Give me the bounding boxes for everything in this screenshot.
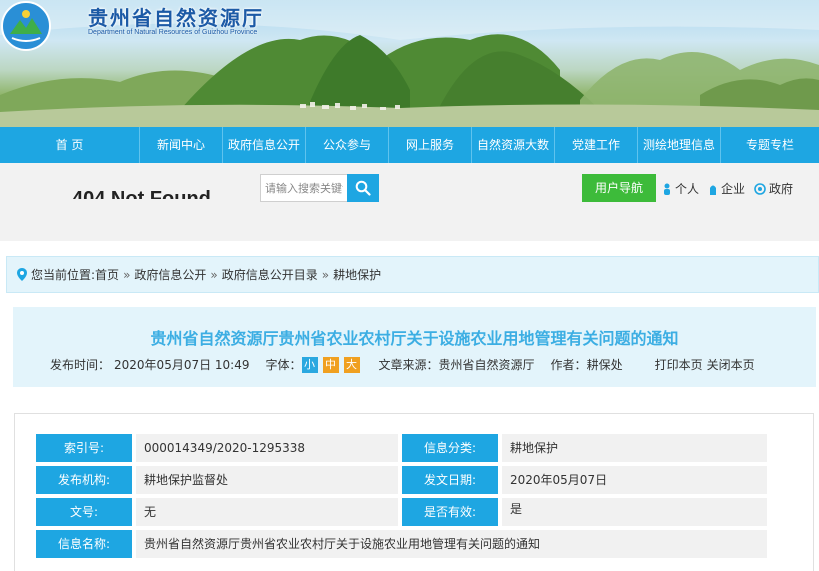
logo-emblem-icon: [1, 1, 51, 51]
article-meta: 发布时间： 2020年05月07日 10:49 字体： 小 中 大 文章来源： …: [50, 356, 755, 373]
article-title: 贵州省自然资源厅贵州省农业农村厅关于设施农业用地管理有关问题的通知: [150, 329, 679, 348]
person-icon: [664, 183, 670, 195]
publish-time-label: 发布时间：: [50, 358, 111, 372]
font-size-medium-button[interactable]: 中: [322, 356, 339, 373]
search-band: 404 Not Found 用户导航 个人 企业 政府: [0, 163, 819, 241]
nav-item-gov-info[interactable]: 政府信息公开: [223, 127, 306, 163]
date-value: 2020年05月07日: [502, 466, 767, 494]
org-value: 耕地保护监督处: [136, 466, 398, 494]
font-size-small-button[interactable]: 小: [301, 356, 318, 373]
header-banner: 贵州省自然资源厅 Department of Natural Resources…: [0, 0, 819, 127]
close-page-link[interactable]: 关闭本页: [707, 356, 755, 373]
site-title: 贵州省自然资源厅: [88, 6, 264, 30]
nav-item-news[interactable]: 新闻中心: [140, 127, 223, 163]
search-input[interactable]: [260, 174, 348, 202]
font-size-label: 字体：: [265, 358, 302, 372]
role-label-government: 政府: [769, 182, 794, 196]
nav-item-big-data[interactable]: 自然资源大数: [472, 127, 555, 163]
nav-item-online-service[interactable]: 网上服务: [389, 127, 472, 163]
search-icon: [355, 180, 371, 196]
role-label-personal: 个人: [675, 182, 700, 196]
breadcrumb-separator: »: [210, 267, 218, 282]
breadcrumb-separator: »: [321, 267, 330, 282]
breadcrumb-item-home[interactable]: 首页: [95, 266, 119, 283]
valid-value: 是: [502, 498, 767, 526]
source-label: 文章来源：: [378, 358, 439, 372]
breadcrumb-item-farmland[interactable]: 耕地保护: [333, 266, 381, 283]
author-label: 作者：: [550, 358, 587, 372]
nav-item-home[interactable]: 首 页: [0, 127, 140, 163]
search-button[interactable]: [347, 174, 379, 202]
category-value: 耕地保护: [502, 434, 767, 462]
author-value: 耕保处: [586, 358, 623, 372]
font-size-large-button[interactable]: 大: [343, 356, 360, 373]
breadcrumb: 您当前位置: 首页 » 政府信息公开 » 政府信息公开目录 » 耕地保护: [6, 256, 819, 293]
valid-label: 是否有效:: [402, 498, 498, 526]
category-label: 信息分类:: [402, 434, 498, 462]
enterprise-icon: [710, 185, 716, 195]
role-label-enterprise: 企业: [721, 182, 746, 196]
role-link-personal[interactable]: 个人: [662, 180, 699, 197]
org-label: 发布机构:: [36, 466, 132, 494]
source-value: 贵州省自然资源厅: [438, 358, 535, 372]
breadcrumb-item-catalog[interactable]: 政府信息公开目录: [222, 266, 318, 283]
name-label: 信息名称:: [36, 530, 132, 558]
breadcrumb-prefix: 您当前位置:: [31, 268, 96, 282]
index-value: 000014349/2020-1295338: [136, 434, 398, 462]
nav-item-special[interactable]: 专题专栏: [721, 127, 819, 163]
index-label: 索引号:: [36, 434, 132, 462]
name-value: 贵州省自然资源厅贵州省农业农村厅关于设施农业用地管理有关问题的通知: [136, 530, 767, 558]
site-subtitle: Department of Natural Resources of Guizh…: [88, 29, 258, 36]
nav-item-public[interactable]: 公众参与: [306, 127, 389, 163]
broken-frame-text: 404 Not Found: [72, 188, 211, 199]
location-pin-icon: [17, 268, 27, 281]
role-link-government[interactable]: 政府: [754, 180, 793, 197]
breadcrumb-separator: »: [123, 267, 131, 282]
publish-time-value: 2020年05月07日 10:49: [114, 358, 250, 372]
breadcrumb-item-gov-info[interactable]: 政府信息公开: [134, 266, 206, 283]
article-header: 贵州省自然资源厅贵州省农业农村厅关于设施农业用地管理有关问题的通知 发布时间： …: [13, 307, 816, 387]
info-table: 索引号: 000014349/2020-1295338 信息分类: 耕地保护 发…: [14, 413, 814, 571]
date-label: 发文日期:: [402, 466, 498, 494]
nav-item-party[interactable]: 党建工作: [555, 127, 638, 163]
docno-label: 文号:: [36, 498, 132, 526]
docno-value: 无: [136, 498, 398, 526]
government-icon: [754, 182, 766, 195]
main-nav: 首 页 新闻中心 政府信息公开 公众参与 网上服务 自然资源大数 党建工作 测绘…: [0, 127, 819, 163]
user-guide-button[interactable]: 用户导航: [582, 174, 656, 202]
role-link-enterprise[interactable]: 企业: [708, 180, 745, 197]
print-page-link[interactable]: 打印本页: [655, 356, 703, 373]
nav-item-mapping[interactable]: 测绘地理信息: [638, 127, 721, 163]
